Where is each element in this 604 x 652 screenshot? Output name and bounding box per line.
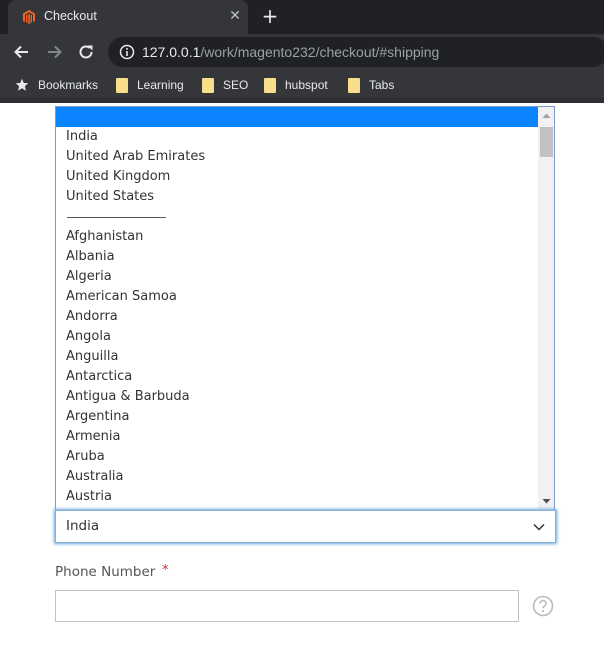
bookmark-label: SEO	[223, 78, 249, 92]
country-option[interactable]: Austria	[56, 487, 539, 507]
country-option-label: Angola	[66, 329, 111, 344]
bookmark-bookmarks[interactable]: Bookmarks	[15, 76, 98, 94]
url-text: 127.0.0.1/work/magento232/checkout/#ship…	[142, 44, 439, 60]
country-option-label: India	[66, 129, 98, 144]
magento-logo-icon	[23, 10, 35, 25]
url-path: /work/magento232/checkout/#shipping	[200, 44, 440, 60]
country-option-label: Anguilla	[66, 349, 119, 364]
country-option[interactable]: Albania	[56, 247, 539, 267]
back-arrow-icon[interactable]	[12, 42, 32, 62]
bookmark-label: Learning	[137, 78, 184, 92]
country-option-label: Albania	[66, 249, 115, 264]
bookmark-seo[interactable]: SEO	[202, 76, 248, 94]
country-option-label: Armenia	[66, 429, 121, 444]
country-option-label: Antarctica	[66, 369, 133, 384]
browser-toolbar: 127.0.0.1/work/magento232/checkout/#ship…	[0, 34, 604, 70]
folder-icon	[348, 77, 360, 93]
question-circle-icon[interactable]	[532, 595, 554, 617]
bookmark-hubspot[interactable]: hubspot	[264, 76, 328, 94]
forward-arrow-icon[interactable]	[44, 42, 64, 62]
country-option-label: United States	[66, 189, 155, 204]
country-option-label: Aruba	[66, 449, 105, 464]
country-option-label: Afghanistan	[66, 229, 144, 244]
country-option[interactable]: United States	[56, 187, 539, 207]
bookmark-label: Bookmarks	[38, 78, 99, 92]
country-option[interactable]: Aruba	[56, 447, 539, 467]
country-option-label: Argentina	[66, 409, 130, 424]
folder-icon	[116, 77, 128, 93]
country-option-label: United Arab Emirates	[66, 149, 206, 164]
country-option[interactable]: Antarctica	[56, 367, 539, 387]
option-separator: ——————————	[56, 207, 539, 227]
scroll-up-arrow-icon[interactable]	[538, 110, 555, 122]
phone-number-input[interactable]	[55, 590, 519, 622]
bookmarks-bar: Bookmarks Learning SEO hubspot Tabs	[0, 70, 604, 99]
country-option-label: United Kingdom	[66, 169, 171, 184]
country-options: India United Arab Emirates United Kingdom U…	[56, 107, 539, 507]
country-option[interactable]: Antigua & Barbuda	[56, 387, 539, 407]
info-icon[interactable]	[119, 44, 135, 60]
bookmark-tabs[interactable]: Tabs	[348, 76, 394, 94]
browser-tab[interactable]: Checkout ✕	[8, 0, 248, 34]
country-option[interactable]: Afghanistan	[56, 227, 539, 247]
country-option[interactable]: Australia	[56, 467, 539, 487]
required-asterisk: *	[162, 563, 169, 578]
country-option[interactable]: United Kingdom	[56, 167, 539, 187]
bookmark-label: Tabs	[369, 78, 395, 92]
country-dropdown-list[interactable]: India United Arab Emirates United Kingdom U…	[55, 106, 555, 510]
star-icon	[15, 78, 29, 91]
address-bar[interactable]: 127.0.0.1/work/magento232/checkout/#ship…	[108, 37, 604, 67]
country-select[interactable]: India	[55, 510, 556, 543]
country-option[interactable]	[56, 107, 539, 127]
country-option[interactable]: Armenia	[56, 427, 539, 447]
reload-icon[interactable]	[76, 42, 96, 62]
country-option[interactable]: Algeria	[56, 267, 539, 287]
country-option-label: American Samoa	[66, 289, 177, 304]
folder-icon	[202, 77, 214, 93]
country-select-value: India	[66, 518, 100, 534]
phone-number-label: Phone Number	[55, 564, 156, 580]
bookmark-learning[interactable]: Learning	[116, 76, 184, 94]
country-option-label: Australia	[66, 469, 124, 484]
scrollbar-thumb[interactable]	[540, 127, 553, 157]
dropdown-scrollbar[interactable]	[538, 107, 555, 510]
chevron-down-icon	[533, 523, 545, 531]
country-option[interactable]: American Samoa	[56, 287, 539, 307]
scroll-down-arrow-icon[interactable]	[538, 495, 555, 507]
country-option-label: Algeria	[66, 269, 112, 284]
tab-strip: Checkout ✕ +	[0, 0, 604, 34]
url-host: 127.0.0.1	[142, 44, 201, 60]
tab-title: Checkout	[44, 9, 97, 23]
country-option[interactable]: Andorra	[56, 307, 539, 327]
country-option[interactable]: Anguilla	[56, 347, 539, 367]
chrome-divider	[0, 99, 604, 103]
country-option[interactable]: United Arab Emirates	[56, 147, 539, 167]
country-option-label: Andorra	[66, 309, 118, 324]
folder-icon	[264, 77, 276, 93]
bookmark-label: hubspot	[285, 78, 328, 92]
country-option[interactable]: Argentina	[56, 407, 539, 427]
new-tab-button[interactable]: +	[260, 6, 280, 26]
close-tab-icon[interactable]: ✕	[226, 7, 244, 25]
country-option[interactable]: India	[56, 127, 539, 147]
country-option-label: Antigua & Barbuda	[66, 389, 190, 404]
country-option[interactable]: Angola	[56, 327, 539, 347]
country-option-label: Austria	[66, 489, 112, 504]
